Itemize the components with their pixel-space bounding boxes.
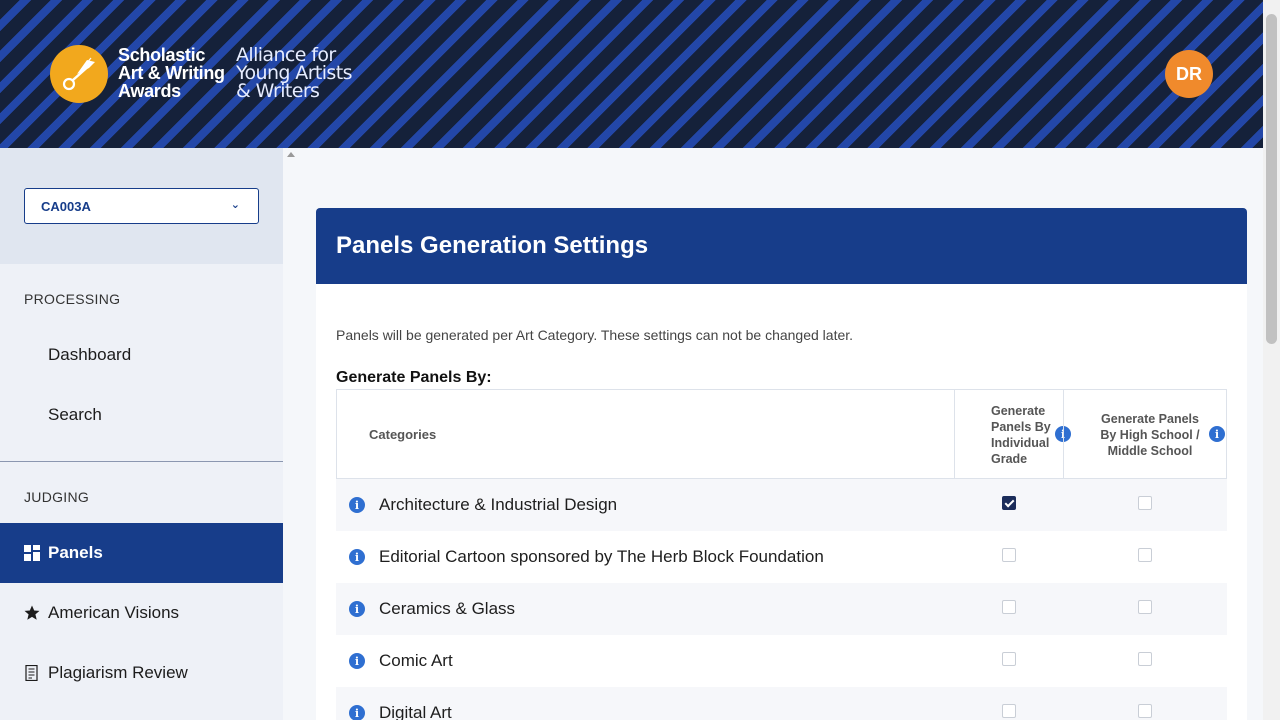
sidebar-scrollbar[interactable]: [283, 148, 299, 720]
header-line: Generate Panels: [1101, 412, 1199, 426]
info-icon[interactable]: i: [1209, 426, 1225, 442]
logo-icon[interactable]: [50, 45, 108, 103]
section-label-processing: PROCESSING: [24, 291, 121, 307]
column-header-text: Generate Panels By High School / Middle …: [1088, 411, 1212, 459]
scroll-up-arrow-icon[interactable]: [287, 152, 295, 157]
category-name: Digital Art: [379, 703, 452, 720]
star-icon: [24, 605, 40, 620]
site-header: Scholastic Art & Writing Awards Alliance…: [0, 0, 1263, 148]
info-icon[interactable]: i: [349, 705, 365, 720]
sidebar-item-label: Panels: [48, 543, 103, 562]
header-line: Grade: [991, 452, 1028, 466]
individual-grade-checkbox[interactable]: [1002, 652, 1016, 666]
chevron-down-icon: ⌄: [230, 199, 240, 211]
user-avatar[interactable]: DR: [1165, 50, 1213, 98]
sidebar-item-label: Plagiarism Review: [48, 663, 188, 682]
category-name: Editorial Cartoon sponsored by The Herb …: [379, 547, 824, 566]
section-label-judging: JUDGING: [24, 489, 90, 505]
header-line: By High School /: [1100, 428, 1200, 442]
column-header-text: Generate Panels By Individual Grade: [975, 403, 1061, 467]
header-line: Generate: [991, 404, 1046, 418]
program-selector[interactable]: CA003A ⌄: [24, 188, 259, 224]
individual-grade-checkbox[interactable]: [1002, 496, 1016, 510]
key-quill-icon: [62, 57, 95, 91]
category-name: Ceramics & Glass: [379, 599, 516, 618]
sidebar-item-label: Dashboard: [48, 345, 132, 364]
table-row: i Architecture & Industrial Design: [336, 479, 1227, 531]
info-icon[interactable]: i: [349, 653, 365, 669]
table-row: i Editorial Cartoon sponsored by The Her…: [336, 531, 1227, 583]
individual-grade-checkbox[interactable]: [1002, 704, 1016, 718]
logo-line: Art & Writing: [118, 63, 225, 83]
sidebar-item-american-visions[interactable]: American Visions: [0, 583, 283, 643]
individual-grade-checkbox[interactable]: [1002, 600, 1016, 614]
grid-icon: [24, 545, 40, 561]
info-icon[interactable]: i: [349, 497, 365, 513]
sidebar-selector-area: CA003A ⌄: [0, 148, 283, 264]
table-header: Categories Generate Panels By Individual…: [336, 389, 1227, 479]
individual-grade-checkbox[interactable]: [1002, 548, 1016, 562]
column-header-school-level: Generate Panels By High School / Middle …: [1063, 390, 1227, 478]
column-header-categories: Categories: [369, 427, 437, 442]
school-level-checkbox[interactable]: [1138, 652, 1152, 666]
table-row: i Digital Art: [336, 687, 1227, 720]
settings-description: Panels will be generated per Art Categor…: [336, 327, 854, 343]
sidebar-item-search[interactable]: Search: [0, 385, 283, 445]
school-level-checkbox[interactable]: [1138, 600, 1152, 614]
logo-wordmark: Scholastic Art & Writing Awards: [118, 46, 225, 100]
column-header-individual-grade: Generate Panels By Individual Grade i: [954, 390, 1071, 478]
tagline-line: & Writers: [236, 80, 320, 102]
school-level-checkbox[interactable]: [1138, 704, 1152, 718]
sidebar: CA003A ⌄ PROCESSING Dashboard Search JUD…: [0, 148, 283, 720]
header-line: Panels By: [991, 420, 1051, 434]
table-row: i Ceramics & Glass: [336, 583, 1227, 635]
scrollbar-thumb[interactable]: [1266, 14, 1277, 344]
school-level-checkbox[interactable]: [1138, 496, 1152, 510]
generate-by-heading: Generate Panels By:: [336, 369, 492, 386]
info-icon[interactable]: i: [349, 601, 365, 617]
page-scrollbar[interactable]: [1263, 0, 1280, 720]
info-icon[interactable]: i: [349, 549, 365, 565]
table-row: i Comic Art: [336, 635, 1227, 687]
sidebar-item-dashboard[interactable]: Dashboard: [0, 325, 283, 385]
logo-line: Awards: [118, 81, 181, 101]
sidebar-item-label: Search: [48, 405, 102, 424]
document-icon: [25, 665, 38, 681]
sidebar-item-label: American Visions: [48, 603, 180, 622]
page-title: Panels Generation Settings: [316, 208, 1247, 284]
header-line: Middle School: [1107, 444, 1193, 458]
header-line: Individual: [991, 436, 1050, 450]
school-level-checkbox[interactable]: [1138, 548, 1152, 562]
logo-tagline: Alliance for Young Artists & Writers: [236, 46, 352, 102]
sidebar-item-panels[interactable]: Panels: [0, 523, 283, 583]
logo-line: Scholastic: [118, 45, 206, 65]
category-name: Architecture & Industrial Design: [379, 495, 618, 514]
sidebar-item-plagiarism-review[interactable]: Plagiarism Review: [0, 643, 283, 703]
sidebar-divider: [0, 461, 283, 462]
selector-value: CA003A: [41, 198, 91, 214]
settings-card: Panels will be generated per Art Categor…: [316, 284, 1247, 720]
category-name: Comic Art: [379, 651, 453, 670]
